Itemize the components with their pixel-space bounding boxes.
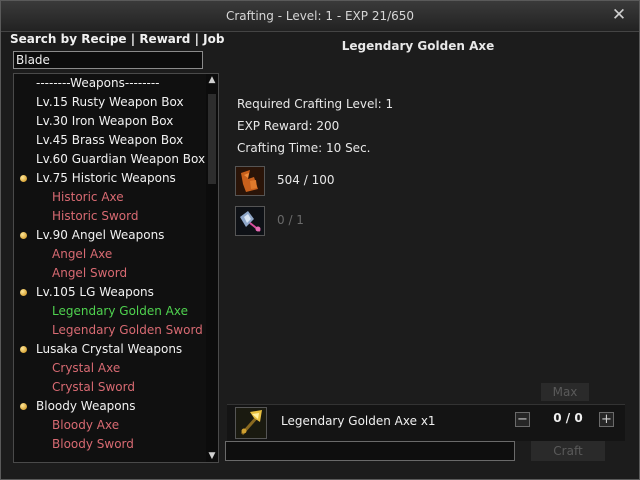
recipe-item[interactable]: Legendary Golden Sword	[52, 321, 206, 340]
recipe-item[interactable]: Crystal Axe	[52, 359, 206, 378]
recipe-item[interactable]: Legendary Golden Axe	[52, 302, 206, 321]
scroll-up-icon[interactable]: ▲	[206, 74, 218, 86]
increase-quantity-button[interactable]: +	[599, 412, 614, 427]
expand-bullet-icon[interactable]	[20, 175, 27, 182]
scroll-down-icon[interactable]: ▼	[206, 450, 218, 462]
expand-bullet-icon[interactable]	[20, 346, 27, 353]
required-level-text: Required Crafting Level: 1	[237, 97, 394, 111]
recipe-list[interactable]: --------Weapons-------- Lv.15 Rusty Weapo…	[14, 74, 206, 462]
category-item[interactable]: Lv.45 Brass Weapon Box	[36, 131, 206, 150]
expand-bullet-icon[interactable]	[20, 232, 27, 239]
material-quantity: 0 / 1	[277, 213, 304, 227]
recipe-item[interactable]: Historic Axe	[52, 188, 206, 207]
list-header: --------Weapons--------	[36, 76, 160, 90]
material-quantity: 504 / 100	[277, 173, 335, 187]
decrease-quantity-button[interactable]: −	[515, 412, 530, 427]
window-title: Crafting - Level: 1 - EXP 21/650	[1, 1, 639, 32]
category-item[interactable]: Lv.15 Rusty Weapon Box	[36, 93, 206, 112]
result-item-name: Legendary Golden Axe x1	[281, 414, 436, 428]
category-item[interactable]: Lusaka Crystal Weapons	[36, 340, 206, 359]
craft-amount-input[interactable]	[225, 441, 515, 461]
category-item[interactable]: Lv.60 Guardian Weapon Box	[36, 150, 206, 169]
golden-axe-icon[interactable]	[235, 407, 267, 439]
category-item[interactable]: Bloody Weapons	[36, 397, 206, 416]
recipe-list-panel: --------Weapons-------- Lv.15 Rusty Weapo…	[13, 73, 219, 463]
separator: |	[190, 32, 204, 46]
separator: |	[126, 32, 140, 46]
search-by-recipe-link[interactable]: Search by Recipe	[10, 32, 127, 46]
craft-quantity: 0 / 0	[553, 411, 583, 425]
recipe-item[interactable]: Bloody Sword	[52, 435, 206, 454]
craft-button[interactable]: Craft	[531, 441, 605, 461]
max-button[interactable]: Max	[541, 383, 589, 401]
expand-bullet-icon[interactable]	[20, 289, 27, 296]
crafting-time-text: Crafting Time: 10 Sec.	[237, 141, 371, 155]
leather-material-icon[interactable]	[235, 166, 265, 196]
recipe-item[interactable]: Crystal Sword	[52, 378, 206, 397]
scroll-thumb[interactable]	[208, 94, 216, 184]
search-input[interactable]: Blade	[13, 51, 203, 69]
exp-reward-text: EXP Reward: 200	[237, 119, 340, 133]
expand-bullet-icon[interactable]	[20, 403, 27, 410]
recipe-item[interactable]: Angel Sword	[52, 264, 206, 283]
recipe-list-scrollbar[interactable]: ▲ ▼	[206, 74, 218, 462]
recipe-item[interactable]: Bloody Axe	[52, 416, 206, 435]
search-mode-links: Search by Recipe | Reward | Job	[10, 32, 224, 46]
category-item[interactable]: Lv.90 Angel Weapons	[36, 226, 206, 245]
recipe-title: Legendary Golden Axe	[341, 39, 495, 53]
close-icon[interactable]: ✕	[609, 5, 629, 25]
search-by-job-link[interactable]: Job	[203, 32, 224, 46]
category-item[interactable]: Lv.105 LG Weapons	[36, 283, 206, 302]
recipe-item[interactable]: Historic Sword	[52, 207, 206, 226]
crystal-gem-icon[interactable]	[235, 206, 265, 236]
category-item[interactable]: Lv.30 Iron Weapon Box	[36, 112, 206, 131]
crafting-window: Crafting - Level: 1 - EXP 21/650 ✕ Searc…	[0, 0, 640, 480]
recipe-item[interactable]: Angel Axe	[52, 245, 206, 264]
search-by-reward-link[interactable]: Reward	[139, 32, 190, 46]
category-item[interactable]: Lv.75 Historic Weapons	[36, 169, 206, 188]
